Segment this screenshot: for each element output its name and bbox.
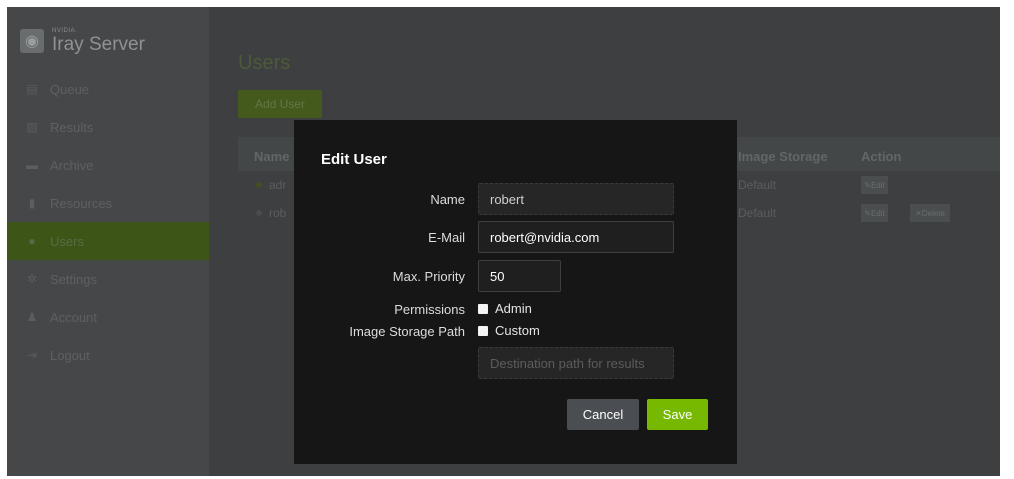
admin-checkbox-label: Admin: [495, 301, 532, 316]
email-label: E-Mail: [428, 230, 465, 245]
email-field[interactable]: robert@nvidia.com: [478, 221, 674, 253]
max-priority-field[interactable]: 50: [478, 260, 561, 292]
sidebar-item-label: Archive: [50, 157, 94, 173]
user-icon: ♟: [26, 310, 38, 324]
save-button[interactable]: Save: [647, 399, 708, 430]
users-icon: ●: [28, 234, 36, 248]
sidebar-item-label: Users: [50, 233, 84, 249]
sidebar: ◉ NVIDIA. Iray Server ▤ Queue ▨ Results …: [7, 7, 209, 476]
nvidia-eye-icon: ◉: [20, 29, 44, 53]
user-name-cell: adr: [269, 178, 287, 192]
sidebar-item-queue[interactable]: ▤ Queue: [7, 70, 209, 108]
custom-checkbox-row[interactable]: Custom: [478, 323, 540, 338]
user-name-cell: rob: [269, 206, 287, 220]
delete-button[interactable]: ✕ Delete: [910, 204, 950, 222]
gear-icon: ✲: [26, 272, 38, 286]
sidebar-item-resources[interactable]: ▮ Resources: [7, 184, 209, 222]
pencil-icon: ✎: [864, 208, 871, 218]
name-label: Name: [430, 192, 465, 207]
destination-path-input[interactable]: Destination path for results: [478, 347, 674, 379]
sidebar-item-label: Results: [50, 119, 94, 135]
sidebar-item-results[interactable]: ▨ Results: [7, 108, 209, 146]
column-header-name: Name: [254, 149, 290, 164]
column-header-action: Action: [861, 149, 902, 164]
sidebar-nav: ▤ Queue ▨ Results ▬ Archive ▮ Resources …: [7, 70, 209, 374]
admin-checkbox-row[interactable]: Admin: [478, 301, 532, 316]
brand-name: Iray Server: [52, 34, 145, 55]
sidebar-item-archive[interactable]: ▬ Archive: [7, 146, 209, 184]
admin-checkbox[interactable]: [478, 303, 488, 314]
sidebar-item-label: Logout: [50, 347, 90, 363]
clipboard-icon: ▤: [26, 82, 38, 96]
add-user-button[interactable]: Add User: [238, 90, 322, 118]
permissions-label: Permissions: [394, 302, 465, 317]
logout-icon: ⇥: [26, 348, 38, 362]
edit-user-dialog: Edit User Name robert E-Mail robert@nvid…: [294, 120, 737, 464]
edit-button[interactable]: ✎ Edit: [861, 176, 888, 194]
custom-checkbox-label: Custom: [495, 323, 540, 338]
column-header-image-storage: Image Storage: [738, 149, 828, 164]
page-title: Users: [238, 52, 291, 74]
image-storage-path-label: Image Storage Path: [349, 324, 465, 339]
sidebar-item-label: Account: [50, 309, 97, 325]
archive-icon: ▬: [26, 158, 38, 172]
sidebar-item-logout[interactable]: ⇥ Logout: [7, 336, 209, 374]
sidebar-item-account[interactable]: ♟ Account: [7, 298, 209, 336]
sidebar-item-label: Resources: [50, 195, 113, 211]
sidebar-item-label: Settings: [50, 271, 97, 287]
sidebar-item-users[interactable]: ● Users: [7, 222, 209, 260]
image-storage-cell: Default: [738, 206, 777, 220]
image-storage-cell: Default: [738, 178, 777, 192]
max-priority-label: Max. Priority: [392, 269, 465, 284]
sidebar-item-settings[interactable]: ✲ Settings: [7, 260, 209, 298]
dialog-title: Edit User: [321, 151, 387, 168]
cancel-button[interactable]: Cancel: [567, 399, 639, 430]
close-icon: ✕: [915, 208, 922, 218]
status-dot: [256, 210, 262, 216]
sidebar-item-label: Queue: [50, 81, 90, 97]
custom-checkbox[interactable]: [478, 325, 488, 336]
bar-chart-icon: ▮: [28, 196, 36, 210]
pencil-icon: ✎: [864, 180, 871, 190]
name-field[interactable]: robert: [478, 183, 674, 215]
brand-logo: ◉ NVIDIA. Iray Server: [20, 21, 145, 61]
edit-button[interactable]: ✎ Edit: [861, 204, 888, 222]
status-dot: [256, 182, 262, 188]
image-icon: ▨: [26, 120, 38, 134]
